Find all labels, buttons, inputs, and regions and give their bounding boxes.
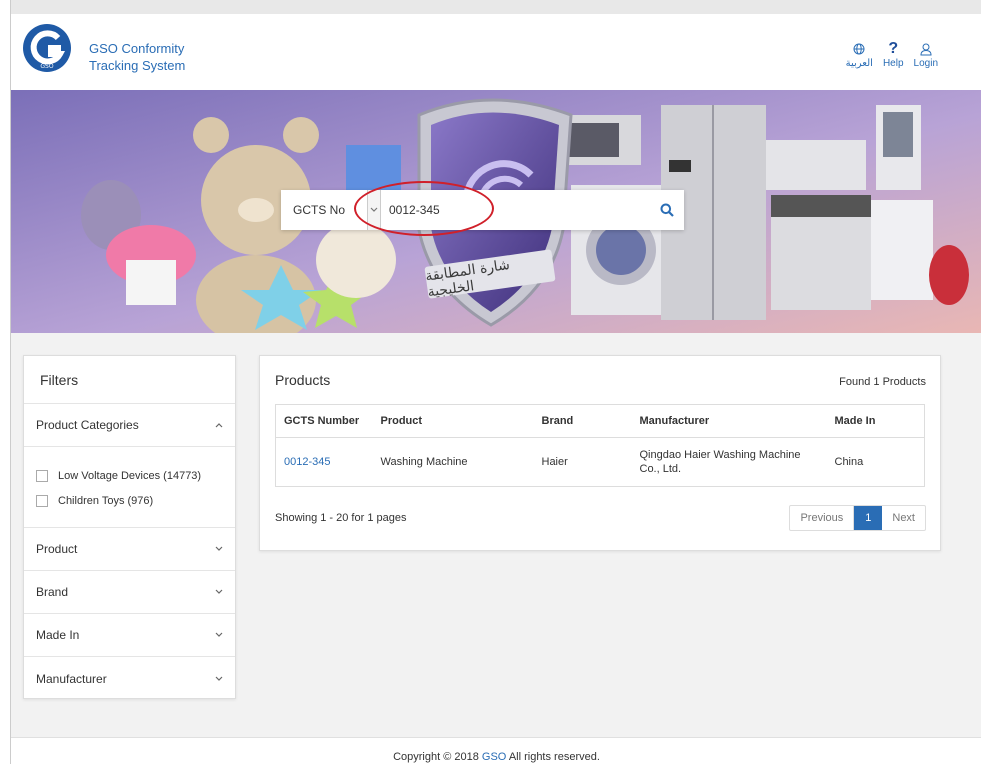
page-1-button[interactable]: 1 bbox=[854, 506, 883, 530]
filter-label-categories: Product Categories bbox=[36, 418, 139, 432]
column-header-made-in[interactable]: Made In bbox=[826, 404, 925, 438]
page: GSO GSO Conformity Tracking System العرب… bbox=[10, 0, 981, 764]
gcts-link[interactable]: 0012-345 bbox=[284, 456, 331, 468]
products-table: GCTS Number Product Brand Manufacturer M… bbox=[275, 404, 925, 487]
table-row[interactable]: 0012-345 Washing Machine Haier Qingdao H… bbox=[275, 437, 925, 487]
filters-panel: Filters Product Categories Low Voltage D… bbox=[23, 355, 236, 699]
copyright-prefix: Copyright © 2018 bbox=[393, 751, 479, 763]
user-icon bbox=[920, 40, 932, 58]
cell-gcts: 0012-345 bbox=[275, 437, 373, 487]
filter-label-made-in: Made In bbox=[36, 628, 80, 642]
products-title: Products bbox=[275, 372, 331, 388]
category-label: Children Toys (976) bbox=[58, 494, 154, 507]
filter-label-product: Product bbox=[36, 542, 78, 556]
help-link[interactable]: ? Help bbox=[883, 40, 904, 69]
help-label: Help bbox=[882, 58, 904, 69]
filter-label-brand: Brand bbox=[36, 585, 69, 599]
column-header-product[interactable]: Product bbox=[372, 404, 534, 438]
pagination: Previous 1 Next bbox=[789, 505, 926, 531]
chevron-down-icon bbox=[215, 546, 223, 551]
results-count: Found 1 Products bbox=[839, 376, 926, 388]
next-page-button[interactable]: Next bbox=[882, 506, 925, 530]
logo-text: GSO bbox=[40, 63, 53, 70]
hero-banner: شارة المطابقة الخليجية GCTS No bbox=[11, 90, 981, 333]
question-icon: ? bbox=[888, 40, 899, 57]
search-icon bbox=[660, 203, 674, 217]
gso-logo[interactable]: GSO bbox=[21, 16, 77, 76]
filter-toggle-categories[interactable]: Product Categories bbox=[24, 404, 235, 447]
chevron-down-icon bbox=[215, 632, 223, 637]
pagination-summary: Showing 1 - 20 for 1 pages bbox=[275, 512, 407, 524]
checkbox[interactable] bbox=[36, 494, 48, 507]
login-link[interactable]: Login bbox=[914, 40, 938, 69]
cell-product: Washing Machine bbox=[372, 437, 534, 487]
globe-icon bbox=[853, 40, 865, 58]
table-header-row: GCTS Number Product Brand Manufacturer M… bbox=[275, 404, 925, 438]
search-button[interactable] bbox=[650, 190, 684, 230]
filter-toggle-brand[interactable]: Brand bbox=[24, 571, 235, 614]
cell-brand: Haier bbox=[533, 437, 632, 487]
language-label: العربية bbox=[845, 58, 873, 69]
login-label: Login bbox=[913, 58, 938, 69]
cell-manufacturer: Qingdao Haier Washing Machine Co., Ltd. bbox=[631, 437, 827, 487]
previous-page-button[interactable]: Previous bbox=[790, 506, 855, 530]
filter-toggle-product[interactable]: Product bbox=[24, 528, 235, 571]
filter-toggle-made-in[interactable]: Made In bbox=[24, 614, 235, 657]
checkbox[interactable] bbox=[36, 469, 48, 482]
category-option[interactable]: Children Toys (976) bbox=[36, 492, 223, 509]
language-link[interactable]: العربية bbox=[846, 40, 873, 69]
filter-toggle-manufacturer[interactable]: Manufacturer bbox=[24, 657, 235, 700]
filters-title: Filters bbox=[24, 356, 235, 404]
highlight-ring bbox=[354, 181, 494, 236]
filter-label-manufacturer: Manufacturer bbox=[36, 671, 107, 686]
brand-line-1: GSO Conformity bbox=[89, 41, 185, 56]
chevron-up-icon bbox=[215, 423, 223, 428]
cell-made-in: China bbox=[826, 437, 925, 487]
categories-options: Low Voltage Devices (14773) Children Toy… bbox=[24, 447, 235, 528]
column-header-manufacturer[interactable]: Manufacturer bbox=[631, 404, 827, 438]
column-header-brand[interactable]: Brand bbox=[533, 404, 632, 438]
category-option[interactable]: Low Voltage Devices (14773) bbox=[36, 467, 223, 484]
column-header-gcts[interactable]: GCTS Number bbox=[275, 404, 373, 438]
category-label: Low Voltage Devices (14773) bbox=[58, 469, 202, 482]
gso-footer-link[interactable]: GSO bbox=[482, 751, 506, 763]
copyright-suffix: All rights reserved. bbox=[508, 751, 600, 763]
brand-line-2: Tracking System bbox=[89, 58, 186, 73]
browser-top-strip bbox=[11, 0, 981, 14]
site-header: GSO GSO Conformity Tracking System العرب… bbox=[11, 14, 981, 90]
chevron-down-icon bbox=[215, 676, 223, 681]
header-nav: العربية ? Help Login bbox=[846, 40, 938, 69]
brand-title[interactable]: GSO Conformity Tracking System bbox=[89, 40, 185, 74]
products-panel: Products Found 1 Products GCTS Number Pr… bbox=[259, 355, 941, 551]
chevron-down-icon bbox=[215, 589, 223, 594]
site-footer: Copyright © 2018 GSO All rights reserved… bbox=[11, 737, 981, 764]
